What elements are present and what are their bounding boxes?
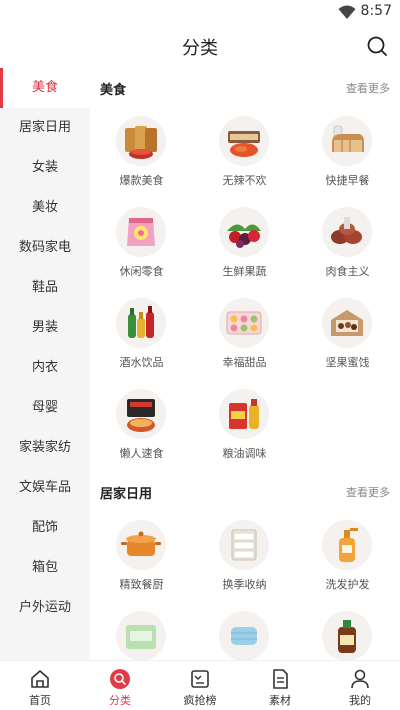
tab-label: 疯抢榜	[183, 694, 217, 707]
sidebar-item-digital[interactable]: 数码家电	[0, 228, 90, 268]
bread-image	[322, 116, 372, 166]
tab-category[interactable]: 分类	[80, 661, 160, 710]
subcategory-item[interactable]: 粮油调味	[193, 379, 296, 470]
storage-drawer-image	[219, 520, 269, 570]
subcategory-label: 肉食主义	[325, 265, 370, 278]
subcategory-item[interactable]: 酒水饮品	[90, 288, 193, 379]
subcategory-item[interactable]: 坚果蜜饯	[296, 288, 399, 379]
nuts-image	[322, 298, 372, 348]
profile-icon	[351, 669, 369, 689]
subcategory-label: 生鲜果蔬	[222, 265, 267, 278]
snack-bags-image	[116, 116, 166, 166]
status-time: 8:57	[360, 3, 392, 19]
section-header: 居家日用 查看更多	[90, 472, 400, 510]
subcategory-label: 无辣不欢	[222, 174, 267, 187]
sidebar-item-bags[interactable]: 箱包	[0, 548, 90, 588]
fruit-image	[219, 207, 269, 257]
subcategory-grid: 爆款美食 无辣不欢 快捷早餐 休闲零食 生鲜果蔬 肉食主义 酒水饮品 幸福甜品 …	[90, 106, 400, 470]
tab-label: 我的	[349, 694, 371, 707]
subcategory-label: 精致餐厨	[119, 578, 164, 591]
section-title: 美食	[100, 83, 127, 98]
spicy-food-image	[219, 116, 269, 166]
subcategory-label: 爆款美食	[119, 174, 164, 187]
page-header: 分类	[0, 24, 400, 68]
sidebar-item-accessories[interactable]: 配饰	[0, 508, 90, 548]
section-header: 美食 查看更多	[90, 68, 400, 106]
tab-label: 首页	[29, 694, 51, 707]
tab-label: 素材	[269, 694, 291, 707]
subcategory-label: 酒水饮品	[119, 356, 164, 369]
subcategory-item[interactable]: 休闲零食	[90, 197, 193, 288]
subcategory-item[interactable]: 懒人速食	[90, 379, 193, 470]
shampoo-bottle-image	[322, 520, 372, 570]
section-title: 居家日用	[100, 487, 153, 502]
bottles-image	[116, 298, 166, 348]
candy-bag-image	[116, 207, 166, 257]
cooking-pot-image	[116, 520, 166, 570]
instant-noodle-image	[116, 389, 166, 439]
subcategory-item[interactable]: 无辣不欢	[193, 106, 296, 197]
sidebar-item-home-textile[interactable]: 家装家纺	[0, 428, 90, 468]
subcategory-label: 粮油调味	[222, 447, 267, 460]
subcategory-item[interactable]: 换季收纳	[193, 510, 296, 601]
subcategory-item[interactable]: 快捷早餐	[296, 106, 399, 197]
subcategory-item[interactable]: 肉食主义	[296, 197, 399, 288]
category-search-icon	[110, 669, 130, 689]
subcategory-item[interactable]	[296, 601, 399, 660]
dessert-image	[219, 298, 269, 348]
subcategory-label: 换季收纳	[222, 578, 267, 591]
ranking-icon	[191, 670, 209, 688]
subcategory-label: 洗发护发	[325, 578, 370, 591]
search-icon[interactable]	[366, 35, 388, 57]
sidebar-item-food[interactable]: 美食	[0, 68, 90, 108]
category-content: 美食 查看更多 爆款美食 无辣不欢 快捷早餐 休闲零食 生鲜果蔬 肉食主义 酒水…	[90, 68, 400, 660]
home-icon	[31, 670, 49, 688]
tab-material[interactable]: 素材	[240, 661, 320, 710]
material-doc-icon	[273, 669, 288, 689]
sidebar-item-shoes[interactable]: 鞋品	[0, 268, 90, 308]
page-title: 分类	[182, 38, 218, 59]
tissue-pack-image	[116, 611, 166, 660]
disinfectant-bottle-image	[322, 611, 372, 660]
subcategory-item[interactable]: 精致餐厨	[90, 510, 193, 601]
tab-label: 分类	[109, 694, 131, 707]
face-mask-image	[219, 611, 269, 660]
meat-image	[322, 207, 372, 257]
category-sidebar: 美食 居家日用 女装 美妆 数码家电 鞋品 男装 内衣 母婴 家装家纺 文娱车品…	[0, 68, 90, 660]
subcategory-label: 懒人速食	[119, 447, 164, 460]
subcategory-item[interactable]	[193, 601, 296, 660]
see-more-link[interactable]: 查看更多	[346, 484, 390, 500]
subcategory-item[interactable]: 生鲜果蔬	[193, 197, 296, 288]
sidebar-item-outdoor[interactable]: 户外运动	[0, 588, 90, 628]
sidebar-item-beauty[interactable]: 美妆	[0, 188, 90, 228]
see-more-link[interactable]: 查看更多	[346, 80, 390, 96]
tab-home[interactable]: 首页	[0, 661, 80, 710]
rice-oil-image	[219, 389, 269, 439]
subcategory-item[interactable]: 爆款美食	[90, 106, 193, 197]
subcategory-grid: 精致餐厨 换季收纳 洗发护发	[90, 510, 400, 660]
subcategory-item[interactable]: 幸福甜品	[193, 288, 296, 379]
wifi-icon	[338, 5, 356, 19]
tab-ranking[interactable]: 疯抢榜	[160, 661, 240, 710]
sidebar-item-baby[interactable]: 母婴	[0, 388, 90, 428]
status-bar: 8:57	[0, 0, 400, 24]
subcategory-label: 快捷早餐	[325, 174, 370, 187]
subcategory-item[interactable]: 洗发护发	[296, 510, 399, 601]
tab-profile[interactable]: 我的	[320, 661, 400, 710]
subcategory-label: 坚果蜜饯	[325, 356, 370, 369]
bottom-tab-bar: 首页 分类 疯抢榜 素材 我的	[0, 660, 400, 710]
sidebar-item-underwear[interactable]: 内衣	[0, 348, 90, 388]
subcategory-item[interactable]	[90, 601, 193, 660]
sidebar-item-entertainment-auto[interactable]: 文娱车品	[0, 468, 90, 508]
sidebar-item-womens-wear[interactable]: 女装	[0, 148, 90, 188]
subcategory-label: 休闲零食	[119, 265, 164, 278]
subcategory-label: 幸福甜品	[222, 356, 267, 369]
sidebar-item-mens-wear[interactable]: 男装	[0, 308, 90, 348]
sidebar-item-household[interactable]: 居家日用	[0, 108, 90, 148]
